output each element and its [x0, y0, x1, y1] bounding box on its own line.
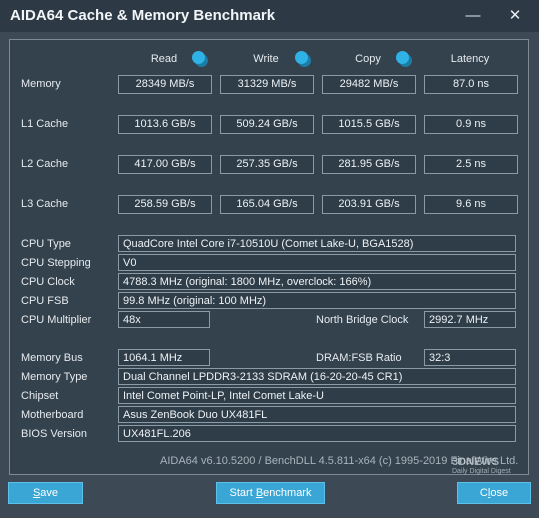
- north-bridge-clock-value: 2992.7 MHz: [424, 311, 516, 328]
- l3-latency-value: 9.6 ns: [424, 195, 518, 214]
- cpu-multiplier-label: CPU Multiplier: [21, 314, 92, 326]
- l1-write-value: 509.24 GB/s: [220, 115, 314, 134]
- bios-version-label: BIOS Version: [21, 428, 88, 440]
- write-info-icon[interactable]: [295, 51, 308, 64]
- row-label-l3: L3 Cache: [21, 198, 69, 210]
- cpu-stepping-label: CPU Stepping: [21, 257, 91, 269]
- row-label-l2: L2 Cache: [21, 158, 69, 170]
- read-info-icon[interactable]: [192, 51, 205, 64]
- close-icon[interactable]: ✕: [503, 4, 527, 28]
- cpu-type-label: CPU Type: [21, 238, 71, 250]
- watermark-subtitle: Daily Digital Digest: [452, 468, 511, 475]
- row-label-memory: Memory: [21, 78, 61, 90]
- memory-type-label: Memory Type: [21, 371, 88, 383]
- cpu-multiplier-value: 48x: [118, 311, 210, 328]
- memory-write-value: 31329 MB/s: [220, 75, 314, 94]
- north-bridge-clock-label: North Bridge Clock: [316, 314, 409, 326]
- cpu-clock-label: CPU Clock: [21, 276, 75, 288]
- l1-read-value: 1013.6 GB/s: [118, 115, 212, 134]
- l1-latency-value: 0.9 ns: [424, 115, 518, 134]
- memory-read-value: 28349 MB/s: [118, 75, 212, 94]
- l1-copy-value: 1015.5 GB/s: [322, 115, 416, 134]
- memory-type-value: Dual Channel LPDDR3-2133 SDRAM (16-20-20…: [118, 368, 516, 385]
- cpu-clock-value: 4788.3 MHz (original: 1800 MHz, overcloc…: [118, 273, 516, 290]
- chipset-value: Intel Comet Point-LP, Intel Comet Lake-U: [118, 387, 516, 404]
- motherboard-label: Motherboard: [21, 409, 84, 421]
- l3-read-value: 258.59 GB/s: [118, 195, 212, 214]
- window-title: AIDA64 Cache & Memory Benchmark: [10, 7, 276, 24]
- cpu-fsb-label: CPU FSB: [21, 295, 69, 307]
- l2-latency-value: 2.5 ns: [424, 155, 518, 174]
- chipset-label: Chipset: [21, 390, 59, 402]
- header-latency: Latency: [450, 53, 490, 65]
- watermark-title: 3DNEWS: [452, 456, 500, 468]
- memory-bus-label: Memory Bus: [21, 352, 83, 364]
- motherboard-value: Asus ZenBook Duo UX481FL: [118, 406, 516, 423]
- cpu-fsb-value: 99.8 MHz (original: 100 MHz): [118, 292, 516, 309]
- close-button[interactable]: Close: [457, 482, 531, 504]
- minimize-icon[interactable]: —: [461, 4, 485, 28]
- row-label-l1: L1 Cache: [21, 118, 69, 130]
- l2-read-value: 417.00 GB/s: [118, 155, 212, 174]
- bios-version-value: UX481FL.206: [118, 425, 516, 442]
- start-benchmark-button[interactable]: Start Benchmark: [216, 482, 325, 504]
- dram-fsb-ratio-label: DRAM:FSB Ratio: [316, 352, 402, 364]
- l2-copy-value: 281.95 GB/s: [322, 155, 416, 174]
- title-bar: AIDA64 Cache & Memory Benchmark — ✕: [0, 0, 539, 32]
- copy-info-icon[interactable]: [396, 51, 409, 64]
- memory-copy-value: 29482 MB/s: [322, 75, 416, 94]
- l2-write-value: 257.35 GB/s: [220, 155, 314, 174]
- save-button[interactable]: Save: [8, 482, 83, 504]
- memory-bus-value: 1064.1 MHz: [118, 349, 210, 366]
- l3-copy-value: 203.91 GB/s: [322, 195, 416, 214]
- cpu-stepping-value: V0: [118, 254, 516, 271]
- watermark-logo: 3DNEWS Daily Digital Digest: [452, 456, 511, 475]
- dram-fsb-ratio-value: 32:3: [424, 349, 516, 366]
- memory-latency-value: 87.0 ns: [424, 75, 518, 94]
- l3-write-value: 165.04 GB/s: [220, 195, 314, 214]
- cpu-type-value: QuadCore Intel Core i7-10510U (Comet Lak…: [118, 235, 516, 252]
